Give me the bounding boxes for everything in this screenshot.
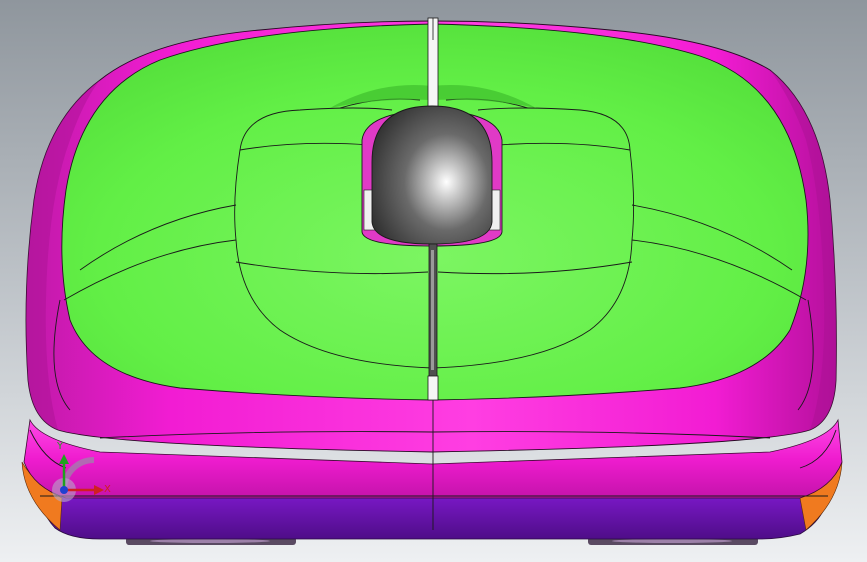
foot-pad-highlight-left [150,539,270,543]
foot-pad-highlight-right [612,539,732,543]
z-axis-dot [60,486,68,494]
center-slit-lower-highlight [431,250,434,370]
mouse-base [39,495,829,540]
scroll-wheel[interactable] [371,105,493,245]
mouse-model[interactable] [21,17,843,545]
center-slit-bottom-cap [427,375,439,401]
cad-viewport[interactable] [0,0,867,562]
